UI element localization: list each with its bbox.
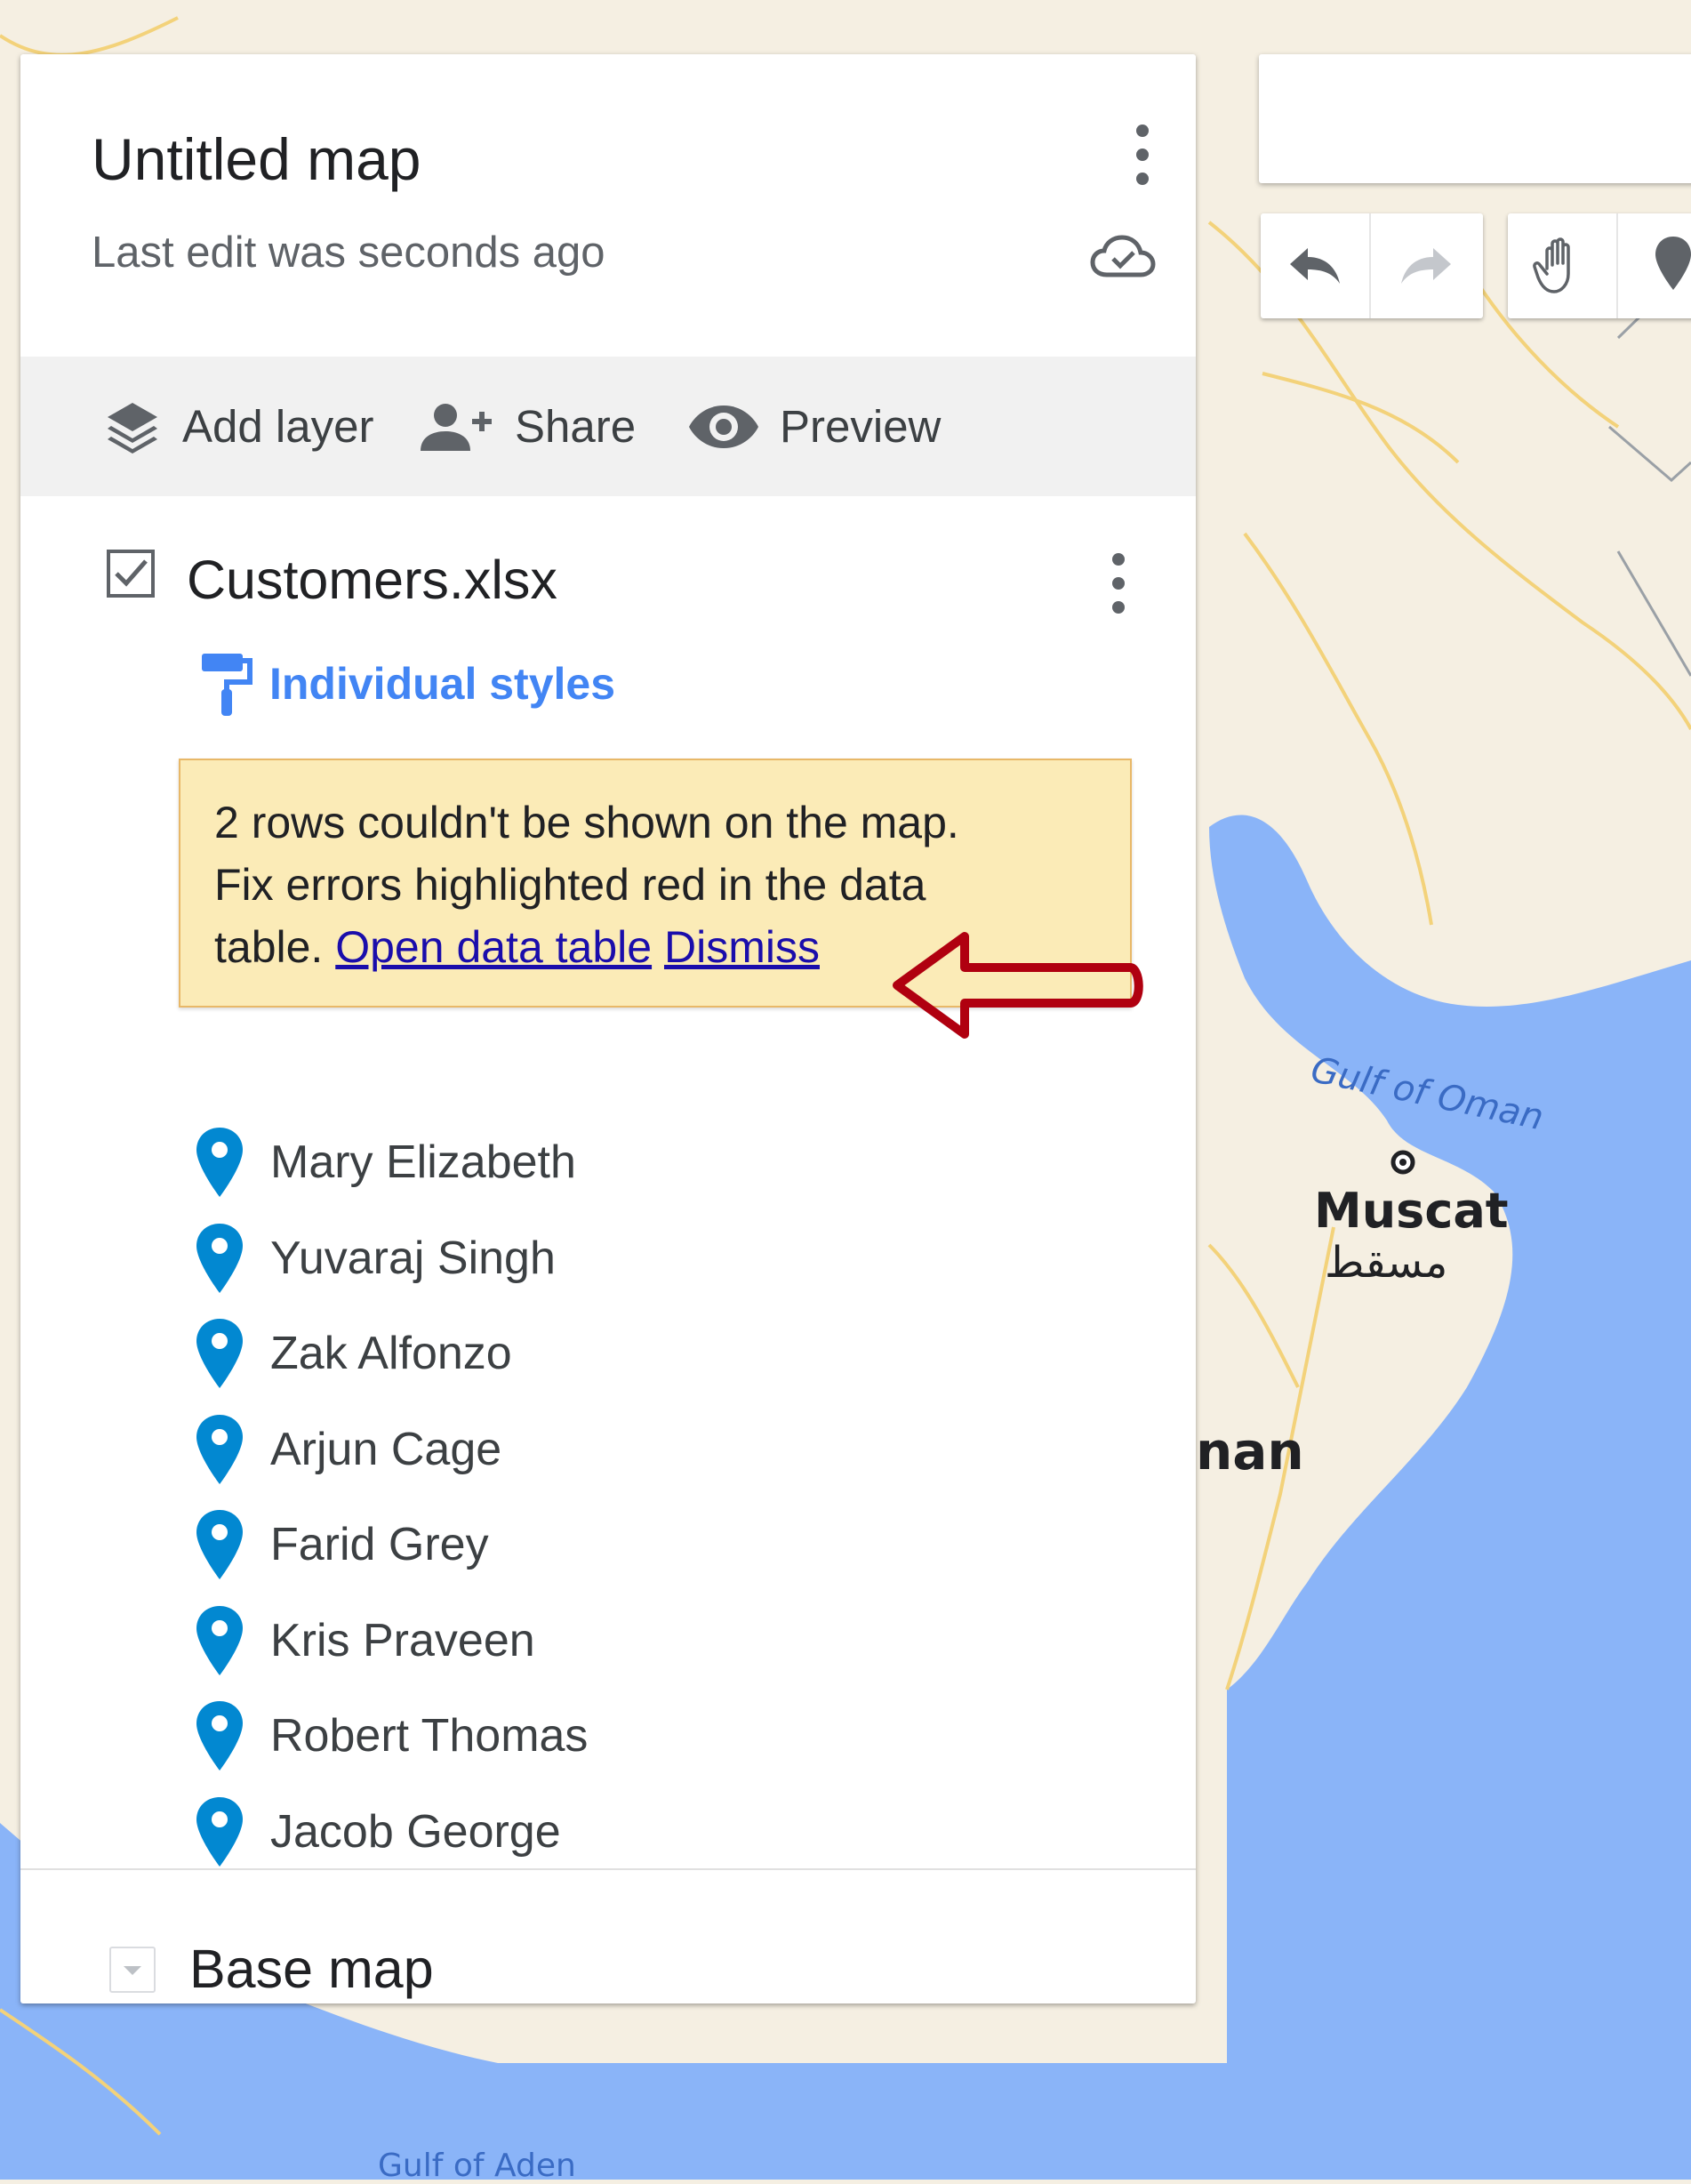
map-label-oman: nan: [1196, 1421, 1304, 1481]
dropdown-arrow-icon: [124, 1966, 141, 1975]
feature-label: Farid Grey: [270, 1519, 489, 1570]
layer-name[interactable]: Customers.xlsx: [187, 549, 557, 611]
eye-icon: [689, 405, 758, 448]
layer-visibility-checkbox[interactable]: [106, 549, 156, 598]
feature-label: Robert Thomas: [270, 1710, 589, 1762]
feature-item[interactable]: Jacob George: [194, 1787, 561, 1876]
open-data-table-link[interactable]: Open data table: [335, 922, 652, 972]
feature-label: Arjun Cage: [270, 1423, 502, 1475]
feature-item[interactable]: Kris Praveen: [194, 1596, 535, 1685]
layer-options-menu-button[interactable]: [1101, 548, 1136, 619]
map-marker-icon: [196, 1223, 243, 1293]
notice-line-2: Fix errors highlighted red in the data: [214, 860, 926, 910]
map-side-panel: Untitled map Last edit was seconds ago A…: [20, 54, 1196, 2003]
cloud-sync-icon: [1090, 235, 1156, 277]
pan-tool-button[interactable]: [1508, 213, 1618, 318]
add-layer-button[interactable]: Add layer: [102, 357, 373, 496]
feature-label: Yuvaraj Singh: [270, 1232, 556, 1284]
feature-item[interactable]: Farid Grey: [194, 1500, 489, 1589]
map-marker-icon: [196, 1319, 243, 1388]
feature-item[interactable]: Mary Elizabeth: [194, 1118, 576, 1207]
last-edit-status: Last edit was seconds ago: [92, 229, 605, 277]
map-label-gulf-of-aden: Gulf of Aden: [378, 2148, 576, 2184]
map-marker-icon: [196, 1510, 243, 1579]
add-marker-button[interactable]: [1618, 213, 1691, 318]
preview-button[interactable]: Preview: [687, 357, 941, 496]
feature-item[interactable]: Arjun Cage: [194, 1405, 501, 1494]
share-label: Share: [515, 401, 637, 452]
panel-divider: [20, 1868, 1196, 1870]
preview-label: Preview: [780, 401, 942, 452]
feature-label: Kris Praveen: [270, 1614, 535, 1666]
map-marker-icon: [196, 1414, 243, 1484]
map-search-box[interactable]: [1259, 54, 1691, 183]
add-marker-icon: [1655, 237, 1691, 290]
map-label-muscat: Muscat: [1314, 1183, 1509, 1239]
annotation-arrow-icon: [893, 932, 1143, 1039]
draw-toolbar: [1508, 213, 1691, 318]
share-button[interactable]: Share: [415, 357, 636, 496]
person-add-icon: [421, 403, 492, 451]
layers-icon: [108, 402, 157, 454]
feature-item[interactable]: Zak Alfonzo: [194, 1309, 512, 1398]
base-map-label[interactable]: Base map: [189, 1938, 434, 2000]
kebab-menu-icon: [1136, 124, 1149, 138]
feature-label: Mary Elizabeth: [270, 1136, 576, 1188]
map-marker-icon: [196, 1701, 243, 1770]
layer-toolbar: Add layer Share Preview: [20, 357, 1196, 496]
paint-roller-icon: [202, 654, 252, 716]
individual-styles-label: Individual styles: [269, 659, 616, 709]
map-title[interactable]: Untitled map: [92, 125, 421, 193]
feature-item[interactable]: Yuvaraj Singh: [194, 1214, 556, 1303]
map-marker-icon: [196, 1128, 243, 1197]
history-toolbar: [1261, 213, 1483, 318]
map-label-muscat-arabic: مسقط: [1325, 1238, 1448, 1288]
dismiss-link[interactable]: Dismiss: [664, 922, 820, 972]
undo-icon: [1290, 248, 1340, 284]
redo-button[interactable]: [1371, 213, 1481, 318]
feature-label: Jacob George: [270, 1805, 561, 1858]
add-layer-label: Add layer: [182, 401, 374, 452]
base-map-expand-toggle[interactable]: [109, 1947, 156, 1993]
notice-line-3: table.: [214, 922, 324, 972]
map-options-menu-button[interactable]: [1125, 119, 1160, 190]
undo-button[interactable]: [1261, 213, 1371, 318]
individual-styles-link[interactable]: Individual styles: [198, 648, 615, 719]
hand-pan-icon: [1533, 237, 1570, 293]
redo-icon: [1401, 248, 1451, 284]
map-marker-icon: [196, 1796, 243, 1867]
map-marker-icon: [196, 1605, 243, 1675]
notice-line-1: 2 rows couldn't be shown on the map.: [214, 798, 959, 847]
feature-item[interactable]: Robert Thomas: [194, 1691, 588, 1780]
feature-label: Zak Alfonzo: [270, 1328, 512, 1379]
